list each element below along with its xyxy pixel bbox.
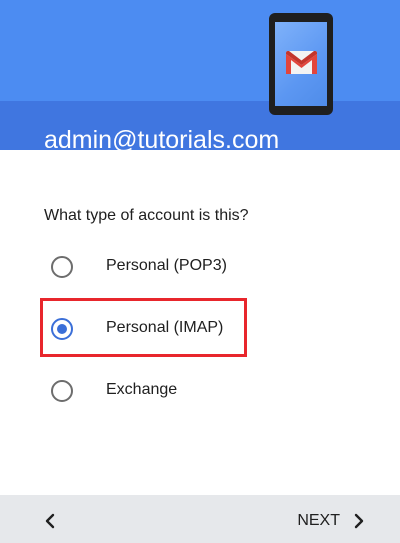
back-button[interactable] — [36, 507, 66, 535]
chevron-right-icon — [354, 513, 364, 529]
account-header: admin@tutorials.com — [0, 0, 400, 150]
option-label: Personal (POP3) — [106, 257, 227, 274]
next-label: NEXT — [297, 512, 340, 529]
account-type-question: What type of account is this? — [44, 207, 249, 224]
chevron-left-icon — [45, 513, 55, 529]
account-email-title: admin@tutorials.com — [44, 126, 280, 150]
radio-button-unchecked[interactable] — [51, 380, 73, 402]
phone-screen — [275, 22, 327, 106]
option-label: Exchange — [106, 381, 178, 398]
footer-bar: NEXT — [0, 495, 400, 543]
option-personal-pop3[interactable]: Personal (POP3) — [38, 244, 298, 290]
phone-illustration — [269, 13, 333, 115]
radio-button-unchecked[interactable] — [51, 256, 73, 278]
highlight-box — [40, 298, 247, 357]
next-button[interactable]: NEXT — [297, 507, 366, 535]
gmail-icon — [286, 51, 317, 74]
header-illustration-band — [0, 0, 400, 101]
option-exchange[interactable]: Exchange — [38, 368, 298, 414]
